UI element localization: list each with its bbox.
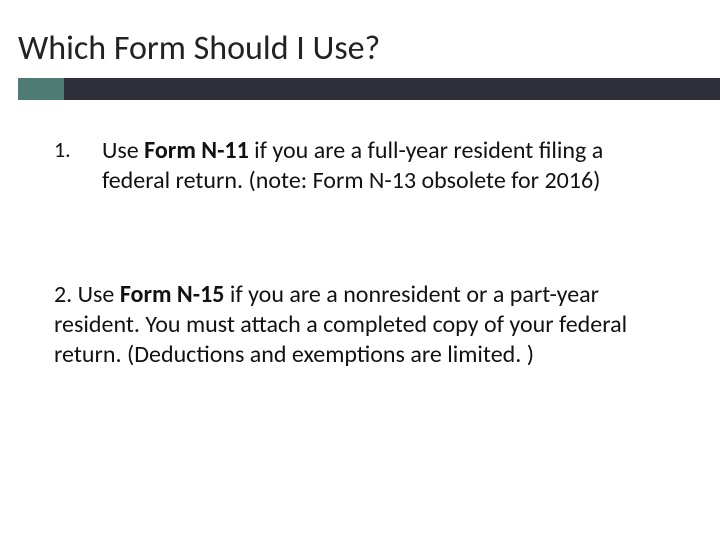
list-item: 2. Use Form N-15 if you are a nonresiden… [54, 280, 660, 370]
slide: Which Form Should I Use? 1. Use Form N-1… [0, 0, 720, 540]
text-run: Use [102, 136, 144, 165]
text-run: 2. Use [54, 280, 120, 309]
text-bold: Form N-11 [144, 136, 249, 165]
list-item-text: Use Form N-11 if you are a full-year res… [102, 136, 660, 196]
title-underline-main [64, 78, 720, 100]
title-underline-accent [18, 78, 64, 100]
slide-title: Which Form Should I Use? [18, 28, 380, 69]
text-bold: Form N-15 [120, 280, 225, 309]
list-item: 1. Use Form N-11 if you are a full-year … [54, 136, 660, 196]
slide-body: 1. Use Form N-11 if you are a full-year … [54, 136, 660, 370]
title-underline [0, 78, 720, 100]
list-item-number: 1. [54, 136, 102, 164]
